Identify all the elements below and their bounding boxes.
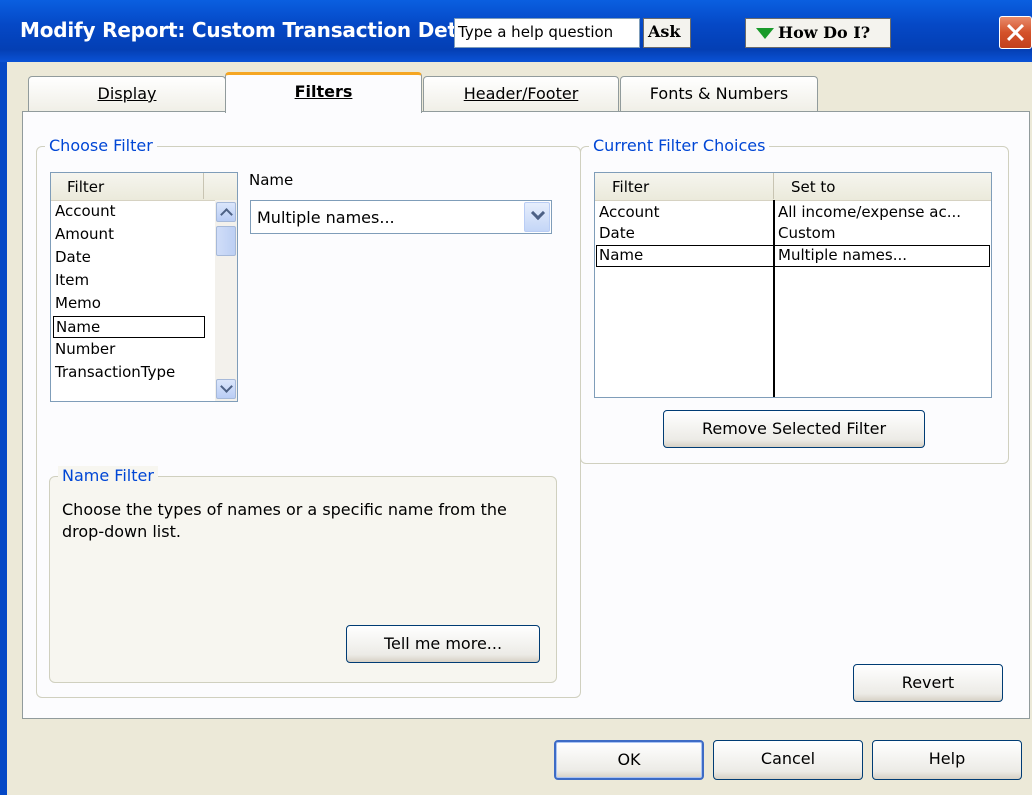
tab-filters[interactable]: Filters bbox=[225, 72, 422, 113]
filter-list-scrollbar[interactable] bbox=[215, 200, 237, 401]
name-dropdown-value: Multiple names... bbox=[257, 208, 395, 227]
header-divider bbox=[773, 173, 774, 199]
filter-list-item[interactable]: Date bbox=[53, 247, 91, 269]
chevron-down-icon[interactable] bbox=[524, 202, 550, 232]
name-field-label: Name bbox=[249, 171, 294, 189]
filter-row-filter[interactable]: Name bbox=[599, 246, 643, 264]
revert-label: Revert bbox=[901, 673, 955, 692]
help-button[interactable]: Help bbox=[872, 740, 1022, 780]
close-icon[interactable] bbox=[999, 16, 1032, 49]
tell-me-more-button[interactable]: Tell me more... bbox=[346, 625, 540, 663]
current-filters-table[interactable]: Filter Set to Account All income/expense… bbox=[594, 172, 992, 398]
filter-list-item[interactable]: Amount bbox=[53, 224, 114, 246]
filter-row-filter[interactable]: Date bbox=[599, 224, 635, 242]
tab-fonts-numbers[interactable]: Fonts & Numbers bbox=[620, 76, 818, 111]
scroll-up-icon[interactable] bbox=[216, 202, 236, 222]
how-do-i-label: How Do I? bbox=[778, 23, 871, 42]
choose-filter-group: Choose Filter Filter Account Amount Date… bbox=[36, 136, 581, 698]
current-filter-choices-legend: Current Filter Choices bbox=[589, 136, 770, 155]
revert-button[interactable]: Revert bbox=[853, 664, 1003, 702]
filter-list-item[interactable]: Memo bbox=[53, 293, 101, 315]
how-do-i-button[interactable]: How Do I? bbox=[745, 18, 891, 48]
filter-list-item[interactable]: TransactionType bbox=[53, 362, 175, 384]
set-to-column-header: Set to bbox=[791, 178, 836, 196]
ok-button[interactable]: OK bbox=[554, 740, 704, 780]
ask-button[interactable]: Ask bbox=[643, 18, 691, 48]
filter-list-item[interactable]: Item bbox=[53, 270, 89, 292]
window-title: Modify Report: Custom Transaction Deta bbox=[20, 18, 458, 42]
name-filter-group: Name Filter Choose the types of names or… bbox=[49, 466, 557, 683]
tab-filters-label: Filters bbox=[294, 82, 353, 101]
window-frame-left bbox=[0, 62, 7, 795]
filter-list-header: Filter bbox=[51, 173, 237, 201]
title-bar: Modify Report: Custom Transaction Deta T… bbox=[0, 0, 1032, 62]
filter-list-item-selected[interactable]: Name bbox=[53, 316, 205, 338]
filter-list-item[interactable]: Account bbox=[53, 201, 116, 223]
current-filters-header: Filter Set to bbox=[595, 173, 991, 201]
filter-row-set-to[interactable]: Custom bbox=[778, 224, 835, 242]
name-filter-description: Choose the types of names or a specific … bbox=[62, 500, 507, 541]
tell-me-more-label: Tell me more... bbox=[383, 634, 503, 653]
tab-fonts-numbers-label: Fonts & Numbers bbox=[649, 84, 789, 103]
tab-header-footer[interactable]: Header/Footer bbox=[423, 76, 619, 111]
help-label: Help bbox=[928, 749, 966, 768]
filter-row-filter[interactable]: Account bbox=[599, 203, 660, 221]
choose-filter-legend: Choose Filter bbox=[45, 136, 157, 155]
filter-column-header: Filter bbox=[612, 178, 650, 196]
cancel-label: Cancel bbox=[760, 749, 816, 768]
remove-selected-filter-label: Remove Selected Filter bbox=[701, 419, 887, 438]
help-question-input[interactable]: Type a help question bbox=[454, 18, 640, 48]
tab-panel: Choose Filter Filter Account Amount Date… bbox=[22, 111, 1030, 719]
header-divider bbox=[203, 173, 204, 199]
filter-row-set-to[interactable]: Multiple names... bbox=[778, 246, 907, 264]
tab-header-footer-label: Header/Footer bbox=[463, 84, 579, 103]
name-filter-legend: Name Filter bbox=[58, 466, 158, 485]
ok-label: OK bbox=[617, 750, 641, 769]
scroll-thumb[interactable] bbox=[216, 226, 236, 256]
filter-list[interactable]: Filter Account Amount Date Item Memo Nam… bbox=[50, 172, 238, 402]
filter-list-item[interactable]: Number bbox=[53, 339, 115, 361]
tab-display-label: Display bbox=[97, 84, 157, 103]
filter-column-header: Filter bbox=[67, 178, 105, 196]
remove-selected-filter-button[interactable]: Remove Selected Filter bbox=[663, 410, 925, 448]
name-dropdown[interactable]: Multiple names... bbox=[250, 200, 552, 234]
tab-display[interactable]: Display bbox=[28, 76, 226, 111]
current-filter-choices-group: Current Filter Choices Filter Set to Acc… bbox=[580, 136, 1009, 464]
triangle-down-icon bbox=[756, 28, 774, 39]
scroll-down-icon[interactable] bbox=[216, 379, 236, 399]
filter-row-set-to[interactable]: All income/expense ac... bbox=[778, 203, 990, 221]
column-divider bbox=[773, 200, 775, 397]
cancel-button[interactable]: Cancel bbox=[713, 740, 863, 780]
